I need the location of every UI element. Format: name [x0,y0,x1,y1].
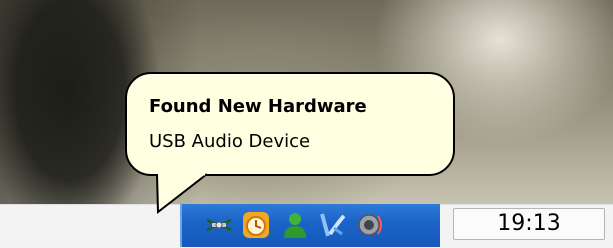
notification-title: Found New Hardware [149,96,367,117]
network-tools-icon[interactable] [204,210,234,240]
audio-device-icon[interactable] [318,210,348,240]
messenger-user-icon[interactable] [280,210,310,240]
taskbar-clock[interactable]: 19:13 [453,208,605,240]
clock-app-icon[interactable] [241,210,271,240]
volume-speaker-icon[interactable] [356,210,386,240]
notification-balloon[interactable]: Found New Hardware USB Audio Device [125,72,455,176]
notification-message: USB Audio Device [149,131,311,152]
system-tray [180,204,440,247]
